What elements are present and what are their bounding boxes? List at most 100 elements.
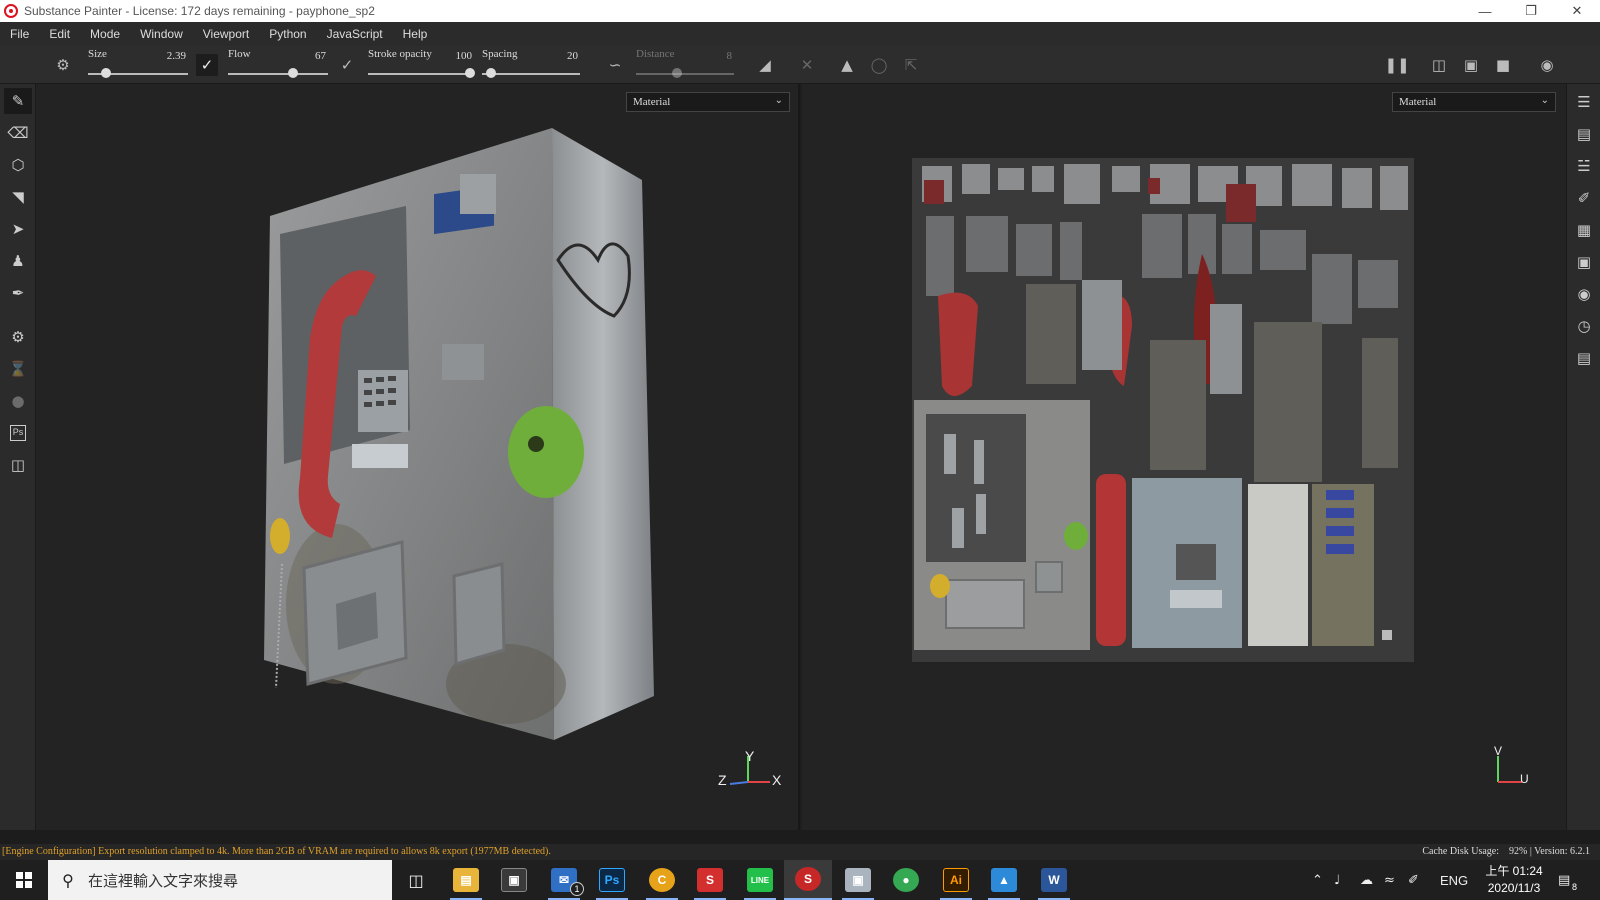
- display-mode-cube-icon[interactable]: ▣: [1460, 54, 1482, 76]
- menu-file[interactable]: File: [0, 22, 39, 46]
- lazy-mouse-icon[interactable]: ⚙: [52, 54, 74, 76]
- stroke-opacity-value[interactable]: 100: [440, 50, 473, 62]
- symmetry-options-icon[interactable]: ◯: [868, 54, 890, 76]
- bake-settings-icon[interactable]: ⚙: [4, 324, 32, 350]
- onedrive-cloud-icon[interactable]: ☁: [1360, 860, 1373, 900]
- flow-slider[interactable]: [228, 73, 328, 75]
- projection-icon[interactable]: ⬡: [4, 152, 32, 178]
- show-hidden-icons-chevron-up-icon[interactable]: ⌃: [1312, 860, 1323, 900]
- viewport-split-icon[interactable]: ◫: [1428, 54, 1450, 76]
- taskbar-search-box[interactable]: ⚲ 在這裡輸入文字來搜尋: [48, 860, 392, 900]
- taskbar-store[interactable]: ▣: [490, 860, 538, 900]
- payphone-3d-model[interactable]: [36, 84, 800, 830]
- texture-set-list-icon[interactable]: ☰: [1572, 90, 1596, 114]
- action-center-icon[interactable]: ▤: [1558, 860, 1570, 900]
- taskbar-clock[interactable]: 上午 01:24 2020/11/3: [1478, 863, 1550, 897]
- pause-engine-icon[interactable]: ❚❚: [1384, 54, 1409, 76]
- symmetry-icon[interactable]: ▲: [836, 54, 858, 76]
- pen-pressure-size-icon[interactable]: ✓: [196, 54, 218, 76]
- menu-edit[interactable]: Edit: [39, 22, 80, 46]
- log-icon[interactable]: ▤: [1572, 346, 1596, 370]
- size-slider-handle[interactable]: [101, 68, 111, 78]
- taskbar-chrome-canary[interactable]: C: [638, 860, 686, 900]
- smudge-icon[interactable]: ➤: [4, 216, 32, 242]
- paint-brush-icon[interactable]: ✎: [4, 88, 32, 114]
- stroke-opacity-label: Stroke opacity: [368, 48, 432, 60]
- input-language-indicator[interactable]: ENG: [1440, 860, 1468, 900]
- taskbar-chrome[interactable]: ●: [882, 860, 930, 900]
- pen-ink-icon[interactable]: ✐: [1408, 860, 1419, 900]
- stroke-lazy-icon[interactable]: ∽: [604, 54, 626, 76]
- color-picker-icon[interactable]: ✒: [4, 280, 32, 306]
- taskbar-substance-painter[interactable]: S: [784, 860, 832, 900]
- distance-value[interactable]: 8: [700, 50, 733, 62]
- substance-icon[interactable]: ●: [4, 388, 32, 414]
- flow-value[interactable]: 67: [290, 50, 326, 62]
- spacing-value[interactable]: 20: [548, 50, 578, 62]
- start-button[interactable]: [0, 860, 48, 900]
- polygon-fill-icon[interactable]: ◥: [4, 184, 32, 210]
- menu-python[interactable]: Python: [259, 22, 316, 46]
- menu-help[interactable]: Help: [393, 22, 438, 46]
- volume-icon[interactable]: ♩: [1334, 860, 1340, 900]
- clock-date: 2020/11/3: [1487, 881, 1541, 895]
- screenshot-icon[interactable]: ◉: [1536, 54, 1558, 76]
- engine-warning-message: [Engine Configuration] Export resolution…: [2, 846, 551, 857]
- stroke-opacity-slider-handle[interactable]: [465, 68, 475, 78]
- restore-button[interactable]: ❐: [1508, 0, 1554, 22]
- taskbar-line[interactable]: LINE: [736, 860, 784, 900]
- alignment-icon[interactable]: ◢: [754, 54, 776, 76]
- wifi-icon[interactable]: ≈: [1384, 860, 1395, 900]
- taskbar-photos[interactable]: ▲: [980, 860, 1028, 900]
- transform-icon[interactable]: ⇱: [900, 54, 922, 76]
- close-button[interactable]: ✕: [1554, 0, 1600, 22]
- taskbar-substance-designer[interactable]: S: [686, 860, 734, 900]
- taskbar-word[interactable]: W: [1030, 860, 1078, 900]
- taskbar-mail[interactable]: ✉ 1: [540, 860, 588, 900]
- taskbar-illustrator[interactable]: Ai: [932, 860, 980, 900]
- viewport-2d-uv[interactable]: Material ⌄ V U: [802, 84, 1566, 830]
- clock-time: 上午 01:24: [1485, 864, 1543, 878]
- menu-javascript[interactable]: JavaScript: [317, 22, 393, 46]
- spacing-slider[interactable]: [482, 73, 580, 75]
- distance-slider-handle[interactable]: [672, 68, 682, 78]
- notification-count: 8: [1572, 882, 1578, 892]
- spacing-label: Spacing: [482, 48, 518, 60]
- spacing-slider-handle[interactable]: [486, 68, 496, 78]
- shelf-icon[interactable]: ▦: [1572, 218, 1596, 242]
- uv-texture-map[interactable]: [802, 84, 1566, 830]
- taskbar-image-viewer[interactable]: ▣: [834, 860, 882, 900]
- viewport-bottom-strip: [0, 830, 1600, 844]
- version-label: | Version: 6.2.1: [1529, 846, 1590, 857]
- pen-pressure-flow-icon[interactable]: ✓: [336, 54, 358, 76]
- physics-icon[interactable]: ⌛: [4, 356, 32, 382]
- properties-icon[interactable]: ✐: [1572, 186, 1596, 210]
- menu-viewport[interactable]: Viewport: [193, 22, 259, 46]
- viewport-3d[interactable]: Material ⌄ Y X Z: [36, 84, 800, 830]
- layers-icon[interactable]: ☱: [1572, 154, 1596, 178]
- display-settings-icon[interactable]: ▣: [1572, 250, 1596, 274]
- texture-set-settings-icon[interactable]: ▤: [1572, 122, 1596, 146]
- history-icon[interactable]: ◷: [1572, 314, 1596, 338]
- eraser-icon[interactable]: ⌫: [4, 120, 32, 146]
- search-icon: ⚲: [62, 870, 74, 890]
- taskbar-file-explorer[interactable]: ▤: [442, 860, 490, 900]
- export-icon[interactable]: ◫: [4, 452, 32, 478]
- photoshop-icon: Ps: [599, 868, 625, 892]
- flow-slider-handle[interactable]: [288, 68, 298, 78]
- menu-mode[interactable]: Mode: [80, 22, 130, 46]
- task-view-button[interactable]: ◫: [392, 860, 440, 900]
- taskbar-photoshop[interactable]: Ps: [588, 860, 636, 900]
- camera-icon[interactable]: ■: [1492, 54, 1514, 76]
- shader-settings-icon[interactable]: ◉: [1572, 282, 1596, 306]
- distance-slider[interactable]: [636, 73, 734, 75]
- minimize-button[interactable]: —: [1462, 0, 1508, 22]
- search-placeholder: 在這裡輸入文字來搜尋: [88, 872, 239, 890]
- clone-stamp-icon[interactable]: ♟: [4, 248, 32, 274]
- stroke-opacity-slider[interactable]: [368, 73, 472, 75]
- menu-window[interactable]: Window: [130, 22, 193, 46]
- size-value[interactable]: 2.39: [150, 50, 186, 62]
- backface-culling-icon[interactable]: ✕: [796, 54, 818, 76]
- axis-v-label: V: [1494, 744, 1503, 758]
- photoshop-export-icon[interactable]: Ps: [4, 420, 32, 446]
